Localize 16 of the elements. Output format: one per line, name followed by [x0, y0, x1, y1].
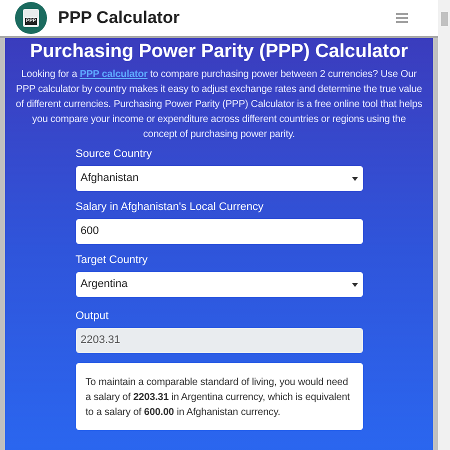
country-dropdown[interactable]: Argentina [76, 272, 362, 297]
caret-icon [352, 282, 358, 286]
output-field: 2203.31 [76, 328, 362, 353]
field-label: Salary in Afghanistan's Local Currency [76, 200, 264, 214]
field-label: Source Country [76, 147, 153, 161]
menu-icon[interactable] [396, 13, 408, 23]
intro-paragraph: Looking for a PPP calculator to compare purchasing power between 2 currencies? Use Our PPP calculator by country makes it easy to adjust exchange rates and determine the true value of different currencies. Purchasing Power Parity (PPP) Calculator is a free online tool that helps you compare your income or expenditure across different countries or regions using the concept of purchasing power parity. [14, 68, 424, 142]
site-title[interactable]: PPP Calculator [58, 5, 180, 31]
country-dropdown[interactable]: Afghanistan [76, 166, 362, 191]
field-label: Target Country [76, 253, 149, 267]
caret-icon [352, 176, 358, 180]
salary-input[interactable]: 600 [76, 219, 362, 244]
field-label: Output [76, 309, 110, 323]
scroll-thumb[interactable] [440, 12, 448, 26]
page-heading: Purchasing Power Parity (PPP) Calculator [30, 40, 408, 64]
result-text: To maintain a comparable standard of living, you would need a salary of 2203.31 in Argentina currency, which is equivalent to a salary of 600.00 in Afghanistan currency. [86, 376, 351, 420]
